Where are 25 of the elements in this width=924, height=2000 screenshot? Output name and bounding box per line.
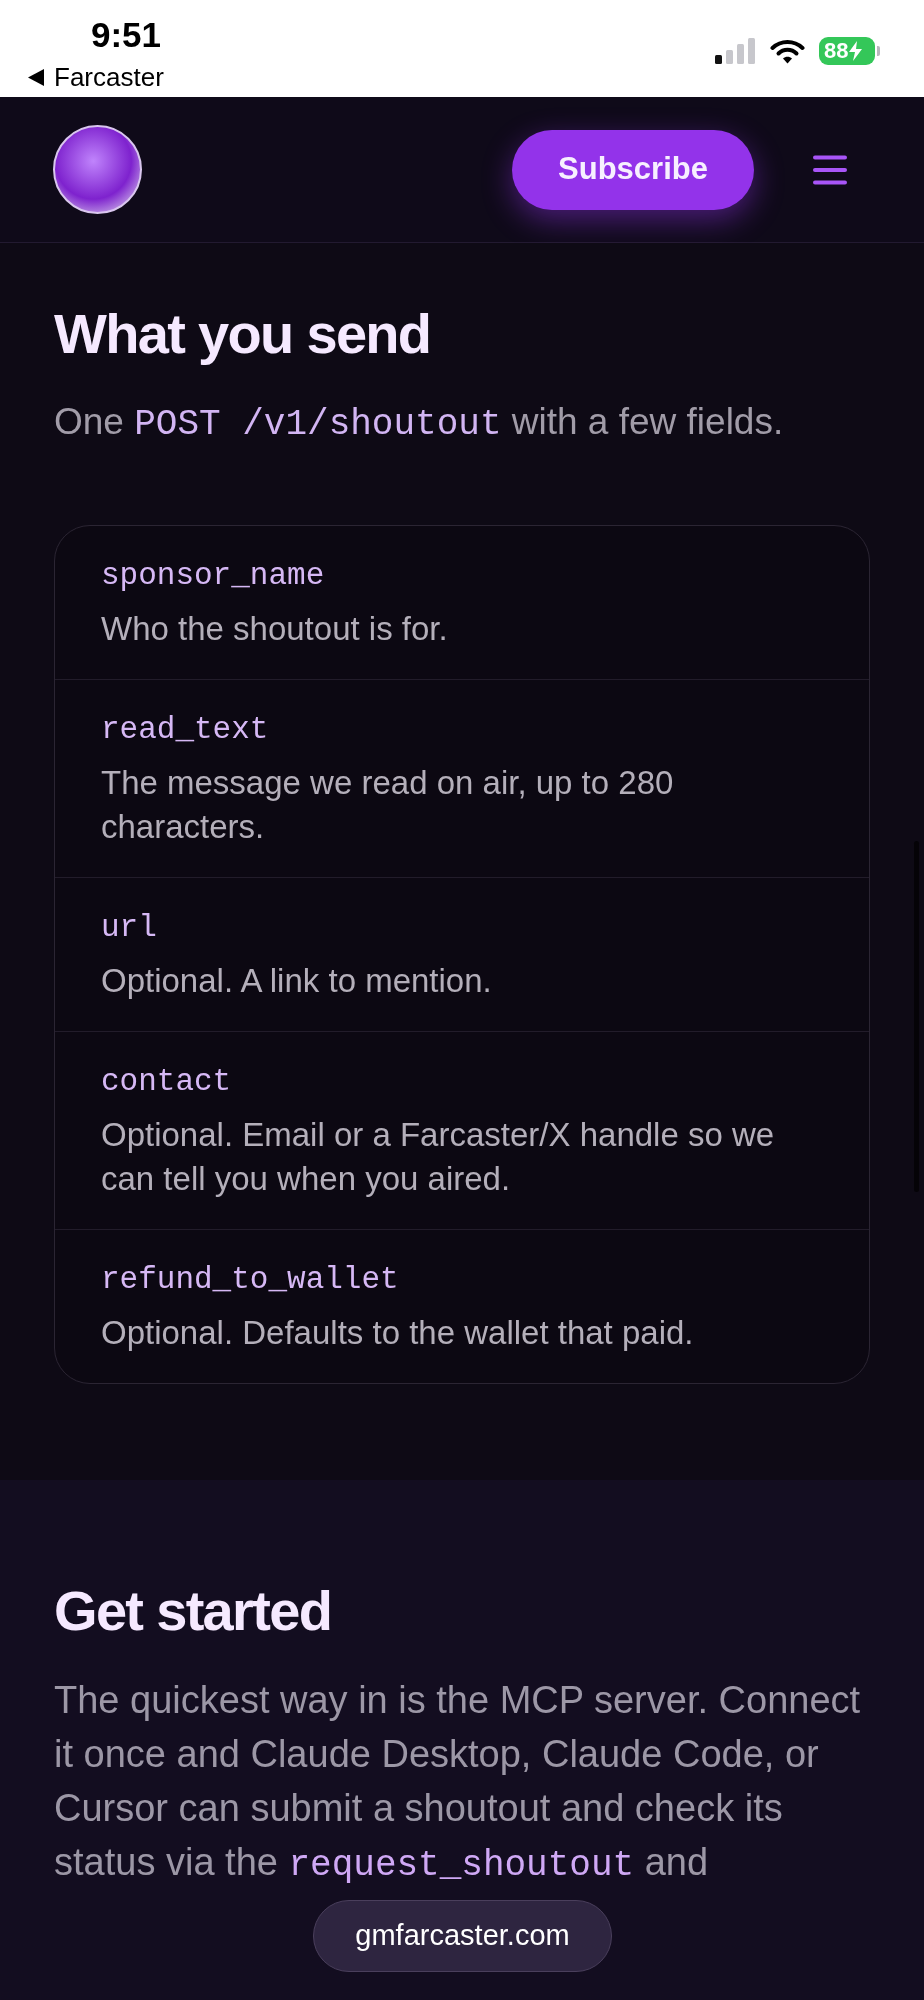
subscribe-button[interactable]: Subscribe	[512, 129, 754, 210]
field-name: contact	[101, 1063, 233, 1101]
battery-percent: 88	[824, 40, 849, 62]
left-triangle-icon	[28, 68, 44, 86]
address-bar[interactable]: gmfarcaster.com	[313, 1900, 612, 1972]
field-name: url	[101, 909, 158, 947]
field-description: Optional. Defaults to the wallet that paid.	[101, 1313, 695, 1353]
back-to-app-button[interactable]: Farcaster	[28, 62, 164, 92]
section-heading: Get started	[54, 1580, 333, 1642]
field-description: Optional. A link to mention.	[101, 961, 493, 1001]
wifi-icon	[770, 38, 805, 64]
field-name: read_text	[101, 711, 270, 749]
field-name: refund_to_wallet	[101, 1261, 400, 1299]
field-description: Who the shoutout is for.	[101, 609, 449, 649]
section-heading: What you send	[54, 303, 432, 365]
field-description: Optional. Email or a Farcaster/X handle so we can tell you when you aired.	[101, 1115, 776, 1199]
section-subtitle: One POST /v1/shoutout with a few fields.	[54, 400, 785, 447]
menu-icon[interactable]	[813, 154, 847, 185]
signal-icon	[715, 38, 756, 64]
field-name: sponsor_name	[101, 557, 326, 595]
section-paragraph: The quickest way in is the MCP server. Connect it once and Claude Desktop, Claude Code, or Cursor can submit a shoutout and check its status via the request_shoutout and	[54, 1678, 862, 1888]
bolt-icon	[849, 41, 863, 61]
status-time: 9:51	[91, 15, 163, 55]
field-description: The message we read on air, up to 280 characters.	[101, 763, 675, 847]
battery-cap-icon	[877, 46, 880, 56]
